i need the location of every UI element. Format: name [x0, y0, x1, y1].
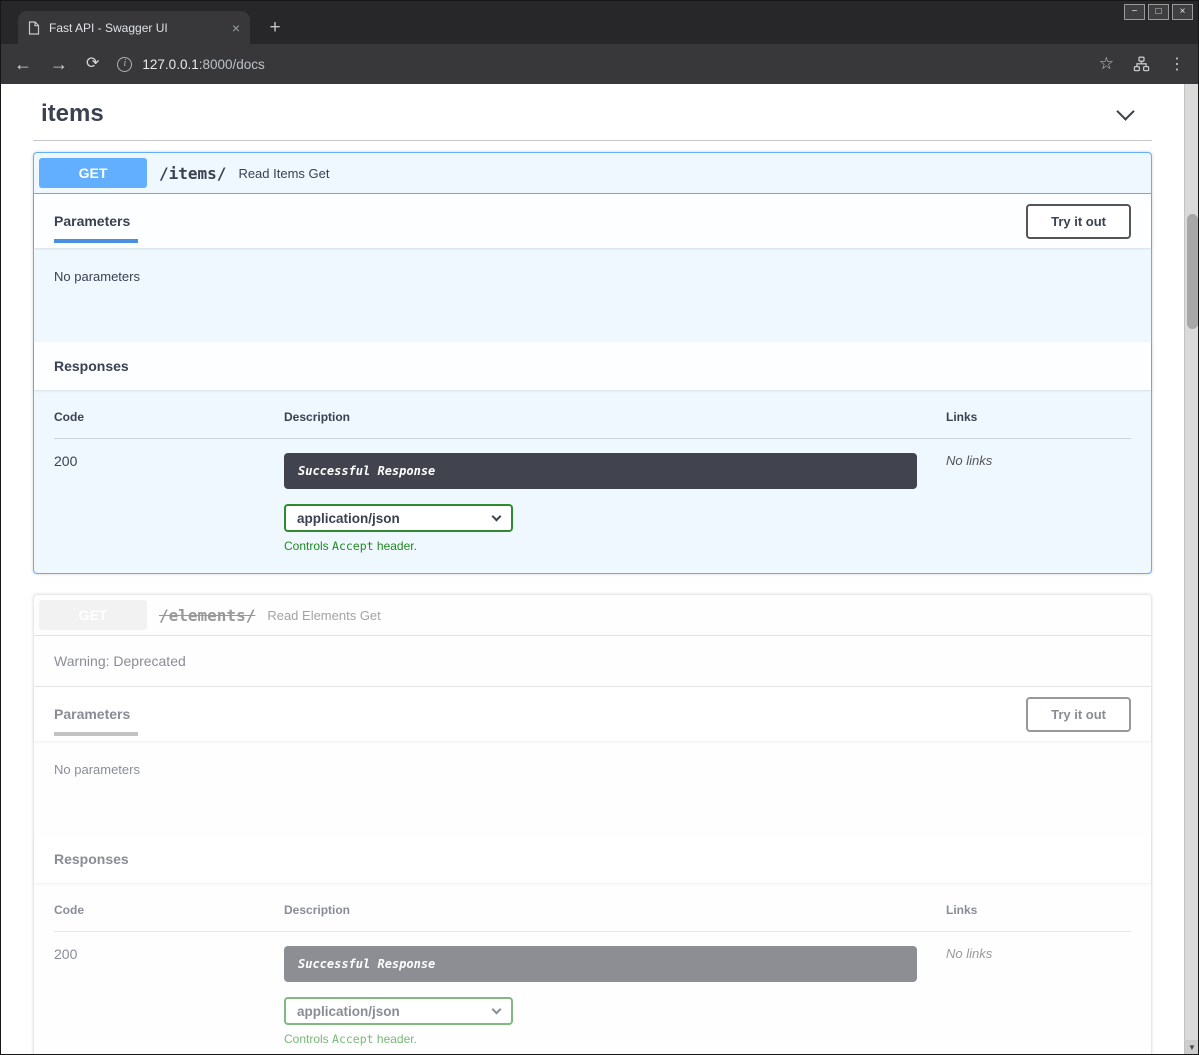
response-code: 200 [54, 453, 284, 553]
opblock-get-elements-deprecated: GET /elements/ Read Elements Get Warning… [33, 594, 1152, 1055]
responses-header: Responses [34, 835, 1151, 883]
tag-title: items [41, 100, 104, 128]
note-suffix: header. [374, 539, 417, 553]
response-row: 200 Successful Response application/json… [54, 932, 1131, 1046]
response-links: No links [946, 453, 1131, 553]
active-tab-underline [54, 239, 138, 243]
note-suffix: header. [374, 1032, 417, 1046]
chevron-down-icon[interactable] [1116, 102, 1134, 120]
maximize-button[interactable]: □ [1148, 4, 1169, 20]
page-favicon-icon [28, 21, 40, 35]
accept-header-note: Controls Accept header. [284, 1032, 917, 1046]
parameters-body: No parameters [34, 741, 1151, 835]
response-row: 200 Successful Response application/json… [54, 439, 1131, 553]
http-method-badge: GET [39, 600, 147, 630]
try-it-out-button[interactable]: Try it out [1026, 697, 1131, 732]
parameters-body: No parameters [34, 248, 1151, 342]
site-info-icon[interactable]: i [117, 57, 132, 72]
note-prefix: Controls [284, 1032, 332, 1046]
tab-close-icon[interactable]: × [232, 21, 240, 35]
tag-section-header[interactable]: items [33, 90, 1152, 141]
response-code: 200 [54, 946, 284, 1046]
responses-table-header: Code Description Links [54, 410, 1131, 439]
deprecated-warning: Warning: Deprecated [34, 636, 1151, 687]
description-column-header: Description [284, 903, 917, 917]
links-column-header: Links [946, 903, 1131, 917]
operation-summary[interactable]: GET /elements/ Read Elements Get [34, 595, 1151, 636]
operation-path: /items/ [159, 164, 226, 183]
code-column-header: Code [54, 410, 284, 424]
responses-title: Responses [54, 358, 129, 374]
chevron-down-icon [492, 511, 502, 521]
active-tab-underline [54, 732, 138, 736]
window-controls: − □ × [1124, 4, 1193, 20]
no-parameters-text: No parameters [54, 269, 140, 284]
media-type-value: application/json [297, 1004, 400, 1019]
operation-path: /elements/ [159, 606, 255, 625]
try-it-out-button[interactable]: Try it out [1026, 204, 1131, 239]
reload-icon[interactable]: ⟳ [86, 56, 99, 72]
parameters-title: Parameters [54, 706, 130, 722]
forward-icon[interactable]: → [50, 55, 68, 73]
responses-table-header: Code Description Links [54, 903, 1131, 932]
responses-title: Responses [54, 851, 129, 867]
chevron-down-icon [492, 1004, 502, 1014]
scroll-down-arrow-icon[interactable]: ▼ [1185, 1040, 1199, 1055]
minimize-button[interactable]: − [1124, 4, 1145, 20]
close-button[interactable]: × [1172, 4, 1193, 20]
http-method-badge: GET [39, 158, 147, 188]
page-content: items GET /items/ Read Items Get Paramet… [0, 84, 1184, 1055]
response-description: Successful Response [284, 453, 917, 489]
scrollbar-thumb[interactable] [1187, 214, 1198, 329]
media-type-value: application/json [297, 511, 400, 526]
back-icon[interactable]: ← [14, 55, 32, 73]
note-code: Accept [332, 1032, 374, 1046]
no-parameters-text: No parameters [54, 762, 140, 777]
operation-summary-text: Read Items Get [238, 166, 329, 181]
new-tab-button[interactable]: + [262, 17, 288, 39]
browser-toolbar: ← → ⟳ i 127.0.0.1:8000/docs ☆ ⋮ [0, 44, 1199, 84]
code-column-header: Code [54, 903, 284, 917]
browser-menu-icon[interactable]: ⋮ [1169, 54, 1185, 74]
url-host: 127.0.0.1 [142, 57, 198, 72]
url-path: :8000/docs [199, 57, 265, 72]
browser-titlebar: Fast API - Swagger UI × + − □ × [0, 0, 1199, 44]
note-prefix: Controls [284, 539, 332, 553]
note-code: Accept [332, 539, 374, 553]
operation-summary-text: Read Elements Get [267, 608, 380, 623]
address-bar[interactable]: 127.0.0.1:8000/docs [142, 57, 264, 72]
responses-body: Code Description Links 200 Successful Re… [34, 390, 1151, 573]
bookmark-star-icon[interactable]: ☆ [1099, 54, 1114, 74]
links-column-header: Links [946, 410, 1131, 424]
tab-title: Fast API - Swagger UI [49, 21, 223, 35]
response-description: Successful Response [284, 946, 917, 982]
operation-summary[interactable]: GET /items/ Read Items Get [34, 153, 1151, 194]
sitemap-icon[interactable] [1133, 56, 1150, 72]
responses-header: Responses [34, 342, 1151, 390]
description-column-header: Description [284, 410, 917, 424]
response-links: No links [946, 946, 1131, 1046]
parameters-title: Parameters [54, 213, 130, 229]
page-scrollbar[interactable]: ▼ [1184, 84, 1199, 1055]
media-type-select[interactable]: application/json [284, 504, 513, 532]
parameters-header: Parameters Try it out [34, 687, 1151, 741]
opblock-get-items: GET /items/ Read Items Get Parameters Tr… [33, 152, 1152, 574]
media-type-select[interactable]: application/json [284, 997, 513, 1025]
browser-tab[interactable]: Fast API - Swagger UI × [18, 11, 250, 44]
responses-body: Code Description Links 200 Successful Re… [34, 883, 1151, 1055]
parameters-header: Parameters Try it out [34, 194, 1151, 248]
accept-header-note: Controls Accept header. [284, 539, 917, 553]
